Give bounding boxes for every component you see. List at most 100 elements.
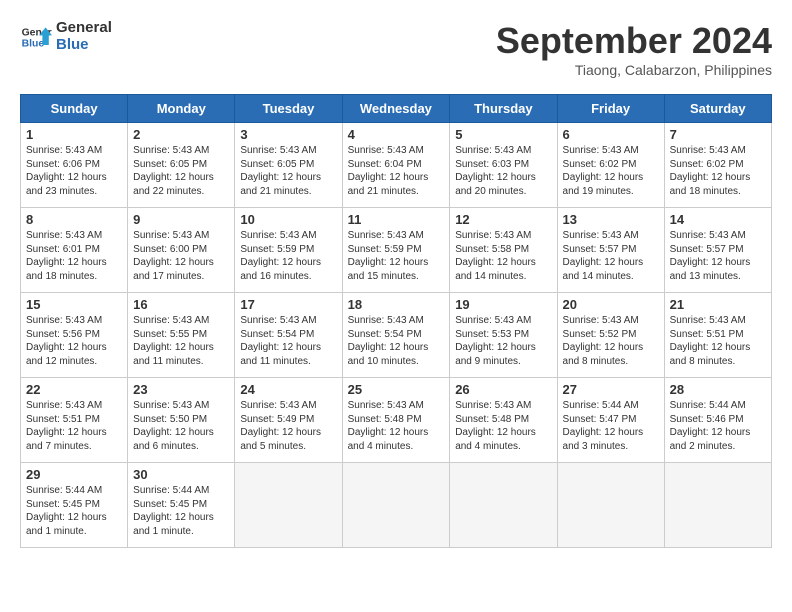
sunrise-label: Sunrise: 5:44 AM bbox=[26, 485, 102, 496]
empty-cell bbox=[450, 463, 557, 548]
week-row-4: 22 Sunrise: 5:43 AM Sunset: 5:51 PM Dayl… bbox=[21, 378, 772, 463]
sunset-label: Sunset: 5:54 PM bbox=[240, 329, 314, 340]
day-cell-15: 15 Sunrise: 5:43 AM Sunset: 5:56 PM Dayl… bbox=[21, 293, 128, 378]
day-cell-7: 7 Sunrise: 5:43 AM Sunset: 6:02 PM Dayli… bbox=[664, 123, 771, 208]
sunrise-label: Sunrise: 5:43 AM bbox=[670, 315, 746, 326]
sunset-label: Sunset: 5:57 PM bbox=[563, 244, 637, 255]
day-cell-13: 13 Sunrise: 5:43 AM Sunset: 5:57 PM Dayl… bbox=[557, 208, 664, 293]
sunset-label: Sunset: 6:02 PM bbox=[670, 159, 744, 170]
day-cell-14: 14 Sunrise: 5:43 AM Sunset: 5:57 PM Dayl… bbox=[664, 208, 771, 293]
daylight-label: Daylight: 12 hours and 7 minutes. bbox=[26, 427, 107, 452]
day-number: 14 bbox=[670, 212, 766, 227]
col-tuesday: Tuesday bbox=[235, 95, 342, 123]
daylight-label: Daylight: 12 hours and 20 minutes. bbox=[455, 172, 536, 197]
daylight-label: Daylight: 12 hours and 8 minutes. bbox=[670, 342, 751, 367]
day-cell-6: 6 Sunrise: 5:43 AM Sunset: 6:02 PM Dayli… bbox=[557, 123, 664, 208]
day-info: Sunrise: 5:43 AM Sunset: 5:52 PM Dayligh… bbox=[563, 314, 659, 368]
sunset-label: Sunset: 6:06 PM bbox=[26, 159, 100, 170]
daylight-label: Daylight: 12 hours and 4 minutes. bbox=[348, 427, 429, 452]
day-cell-29: 29 Sunrise: 5:44 AM Sunset: 5:45 PM Dayl… bbox=[21, 463, 128, 548]
sunset-label: Sunset: 5:45 PM bbox=[26, 499, 100, 510]
day-info: Sunrise: 5:43 AM Sunset: 5:57 PM Dayligh… bbox=[563, 229, 659, 283]
daylight-label: Daylight: 12 hours and 2 minutes. bbox=[670, 427, 751, 452]
daylight-label: Daylight: 12 hours and 1 minute. bbox=[133, 512, 214, 537]
svg-text:Blue: Blue bbox=[22, 38, 45, 49]
col-thursday: Thursday bbox=[450, 95, 557, 123]
sunrise-label: Sunrise: 5:44 AM bbox=[133, 485, 209, 496]
day-number: 13 bbox=[563, 212, 659, 227]
day-info: Sunrise: 5:43 AM Sunset: 5:55 PM Dayligh… bbox=[133, 314, 229, 368]
sunset-label: Sunset: 6:03 PM bbox=[455, 159, 529, 170]
sunset-label: Sunset: 5:58 PM bbox=[455, 244, 529, 255]
day-cell-12: 12 Sunrise: 5:43 AM Sunset: 5:58 PM Dayl… bbox=[450, 208, 557, 293]
sunset-label: Sunset: 5:51 PM bbox=[26, 414, 100, 425]
sunrise-label: Sunrise: 5:43 AM bbox=[26, 145, 102, 156]
sunrise-label: Sunrise: 5:43 AM bbox=[670, 230, 746, 241]
sunset-label: Sunset: 5:59 PM bbox=[240, 244, 314, 255]
daylight-label: Daylight: 12 hours and 16 minutes. bbox=[240, 257, 321, 282]
calendar-header-row: Sunday Monday Tuesday Wednesday Thursday… bbox=[21, 95, 772, 123]
sunrise-label: Sunrise: 5:43 AM bbox=[133, 315, 209, 326]
day-number: 15 bbox=[26, 297, 122, 312]
sunset-label: Sunset: 6:04 PM bbox=[348, 159, 422, 170]
day-info: Sunrise: 5:43 AM Sunset: 5:53 PM Dayligh… bbox=[455, 314, 551, 368]
sunrise-label: Sunrise: 5:43 AM bbox=[455, 230, 531, 241]
day-cell-5: 5 Sunrise: 5:43 AM Sunset: 6:03 PM Dayli… bbox=[450, 123, 557, 208]
week-row-3: 15 Sunrise: 5:43 AM Sunset: 5:56 PM Dayl… bbox=[21, 293, 772, 378]
daylight-label: Daylight: 12 hours and 12 minutes. bbox=[26, 342, 107, 367]
daylight-label: Daylight: 12 hours and 21 minutes. bbox=[240, 172, 321, 197]
day-cell-19: 19 Sunrise: 5:43 AM Sunset: 5:53 PM Dayl… bbox=[450, 293, 557, 378]
logo-general: General bbox=[56, 20, 112, 37]
day-number: 26 bbox=[455, 382, 551, 397]
week-row-2: 8 Sunrise: 5:43 AM Sunset: 6:01 PM Dayli… bbox=[21, 208, 772, 293]
sunrise-label: Sunrise: 5:43 AM bbox=[133, 145, 209, 156]
day-number: 1 bbox=[26, 127, 122, 142]
day-cell-16: 16 Sunrise: 5:43 AM Sunset: 5:55 PM Dayl… bbox=[128, 293, 235, 378]
daylight-label: Daylight: 12 hours and 11 minutes. bbox=[133, 342, 214, 367]
day-number: 10 bbox=[240, 212, 336, 227]
day-cell-25: 25 Sunrise: 5:43 AM Sunset: 5:48 PM Dayl… bbox=[342, 378, 450, 463]
sunrise-label: Sunrise: 5:43 AM bbox=[240, 230, 316, 241]
day-info: Sunrise: 5:43 AM Sunset: 5:54 PM Dayligh… bbox=[348, 314, 445, 368]
day-info: Sunrise: 5:43 AM Sunset: 6:05 PM Dayligh… bbox=[240, 144, 336, 198]
daylight-label: Daylight: 12 hours and 9 minutes. bbox=[455, 342, 536, 367]
sunrise-label: Sunrise: 5:43 AM bbox=[348, 230, 424, 241]
calendar-table: Sunday Monday Tuesday Wednesday Thursday… bbox=[20, 94, 772, 548]
day-info: Sunrise: 5:43 AM Sunset: 5:57 PM Dayligh… bbox=[670, 229, 766, 283]
day-cell-23: 23 Sunrise: 5:43 AM Sunset: 5:50 PM Dayl… bbox=[128, 378, 235, 463]
daylight-label: Daylight: 12 hours and 15 minutes. bbox=[348, 257, 429, 282]
day-cell-17: 17 Sunrise: 5:43 AM Sunset: 5:54 PM Dayl… bbox=[235, 293, 342, 378]
daylight-label: Daylight: 12 hours and 21 minutes. bbox=[348, 172, 429, 197]
sunrise-label: Sunrise: 5:44 AM bbox=[670, 400, 746, 411]
daylight-label: Daylight: 12 hours and 10 minutes. bbox=[348, 342, 429, 367]
col-monday: Monday bbox=[128, 95, 235, 123]
day-cell-26: 26 Sunrise: 5:43 AM Sunset: 5:48 PM Dayl… bbox=[450, 378, 557, 463]
sunrise-label: Sunrise: 5:43 AM bbox=[240, 145, 316, 156]
empty-cell bbox=[557, 463, 664, 548]
day-info: Sunrise: 5:43 AM Sunset: 5:59 PM Dayligh… bbox=[240, 229, 336, 283]
logo: General Blue General Blue bbox=[20, 20, 112, 53]
page-header: General Blue General Blue September 2024… bbox=[20, 20, 772, 78]
col-saturday: Saturday bbox=[664, 95, 771, 123]
logo-blue: Blue bbox=[56, 37, 112, 54]
sunrise-label: Sunrise: 5:43 AM bbox=[563, 230, 639, 241]
day-number: 16 bbox=[133, 297, 229, 312]
day-number: 12 bbox=[455, 212, 551, 227]
sunset-label: Sunset: 6:00 PM bbox=[133, 244, 207, 255]
day-info: Sunrise: 5:44 AM Sunset: 5:45 PM Dayligh… bbox=[133, 484, 229, 538]
sunset-label: Sunset: 5:48 PM bbox=[455, 414, 529, 425]
day-cell-27: 27 Sunrise: 5:44 AM Sunset: 5:47 PM Dayl… bbox=[557, 378, 664, 463]
day-cell-28: 28 Sunrise: 5:44 AM Sunset: 5:46 PM Dayl… bbox=[664, 378, 771, 463]
daylight-label: Daylight: 12 hours and 8 minutes. bbox=[563, 342, 644, 367]
day-info: Sunrise: 5:43 AM Sunset: 5:51 PM Dayligh… bbox=[670, 314, 766, 368]
week-row-5: 29 Sunrise: 5:44 AM Sunset: 5:45 PM Dayl… bbox=[21, 463, 772, 548]
sunset-label: Sunset: 5:59 PM bbox=[348, 244, 422, 255]
col-wednesday: Wednesday bbox=[342, 95, 450, 123]
sunset-label: Sunset: 5:56 PM bbox=[26, 329, 100, 340]
day-number: 18 bbox=[348, 297, 445, 312]
day-number: 24 bbox=[240, 382, 336, 397]
day-number: 29 bbox=[26, 467, 122, 482]
sunset-label: Sunset: 5:45 PM bbox=[133, 499, 207, 510]
empty-cell bbox=[342, 463, 450, 548]
daylight-label: Daylight: 12 hours and 14 minutes. bbox=[455, 257, 536, 282]
